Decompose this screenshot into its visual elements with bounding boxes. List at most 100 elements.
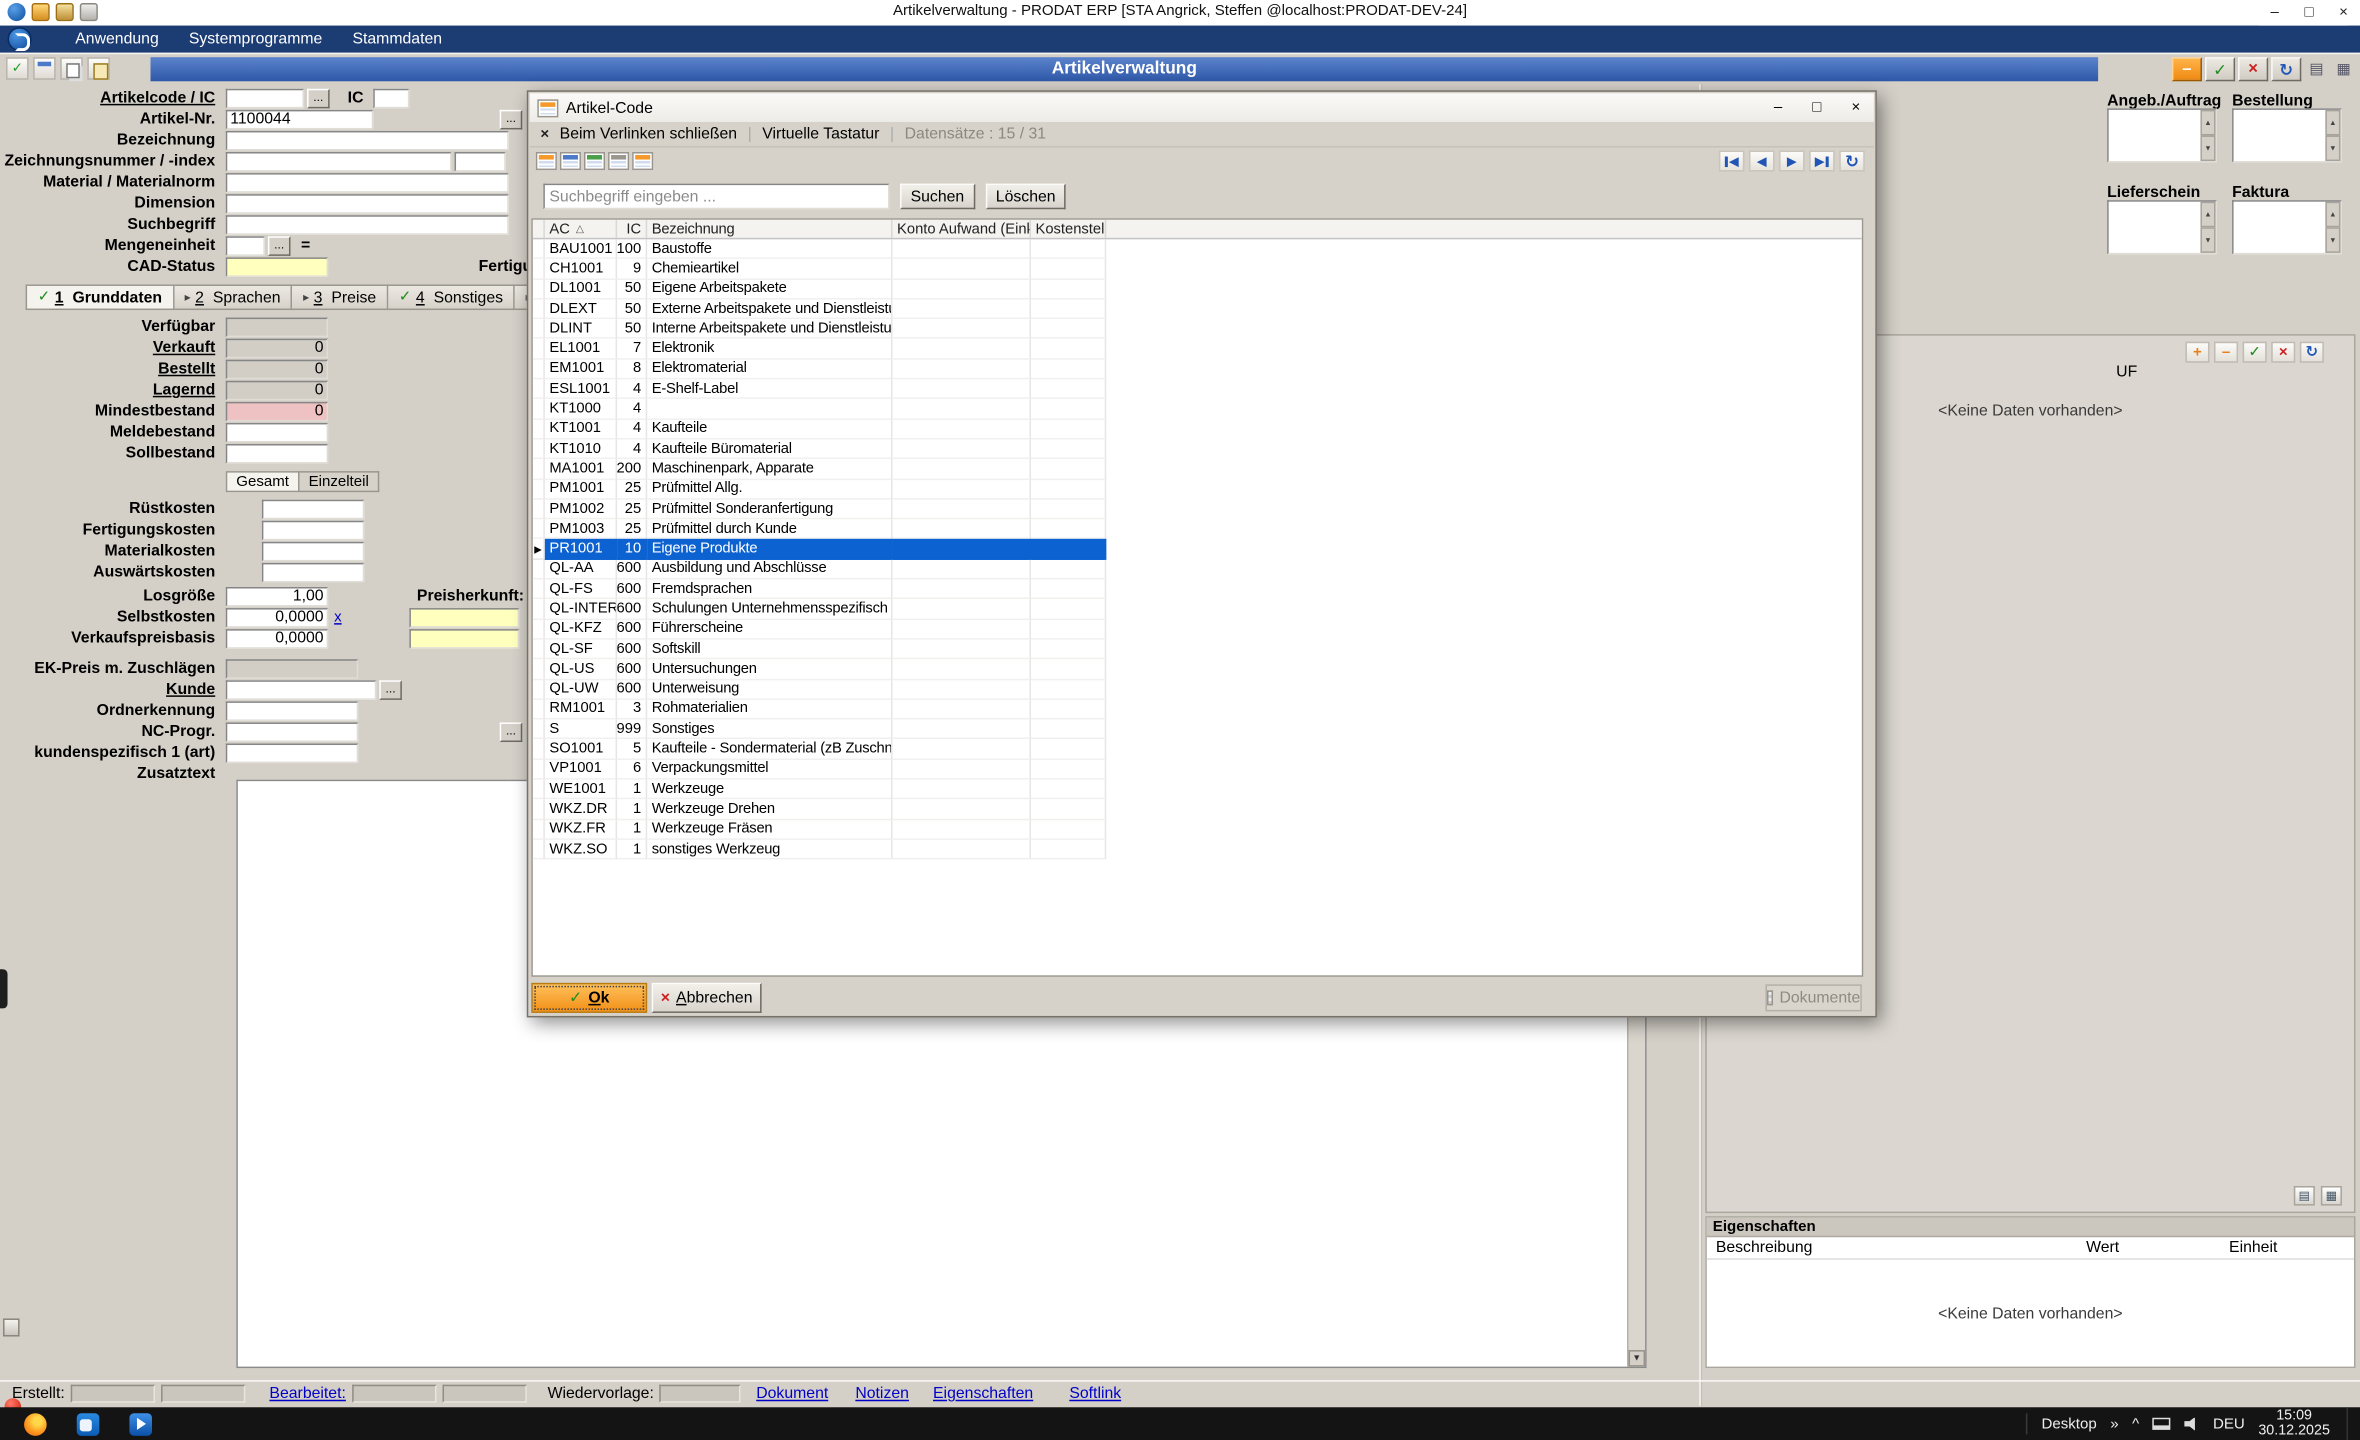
spin-up-icon[interactable]: ▲ — [2200, 202, 2215, 228]
remove-button[interactable]: – — [2172, 57, 2202, 81]
spin-down-icon[interactable]: ▼ — [2200, 135, 2215, 161]
menu-anwendung[interactable]: Anwendung — [60, 26, 174, 53]
add-button[interactable]: + — [2185, 342, 2209, 363]
desktop-toolbar[interactable]: Desktop — [2041, 1416, 2096, 1433]
table-row-QL-FS[interactable]: QL-FS600Fremdsprachen — [533, 580, 1862, 600]
table-view-icon[interactable] — [632, 152, 653, 170]
export-icon[interactable]: ▤ — [2294, 1186, 2315, 1206]
kundenspezifisch-input[interactable] — [226, 743, 358, 763]
nav-prev-button[interactable]: ◀ — [1749, 151, 1775, 172]
table-row-EL1001[interactable]: EL10017Elektronik — [533, 339, 1862, 359]
mengeneinheit-input[interactable] — [226, 236, 265, 256]
dokumente-button[interactable]: Dokumente — [1765, 984, 1861, 1011]
clock[interactable]: 15:09 30.12.2025 — [2258, 1409, 2330, 1439]
menu-stammdaten[interactable]: Stammdaten — [337, 26, 457, 53]
table-row-PR1001[interactable]: ▶PR100110Eigene Produkte — [533, 540, 1862, 560]
grid-view-icon[interactable]: ▦ — [2331, 58, 2355, 81]
table-row-PM1001[interactable]: PM100125Prüfmittel Allg. — [533, 479, 1862, 499]
auswaertskosten-input[interactable] — [262, 562, 364, 582]
pinned-icon-1[interactable] — [32, 3, 50, 21]
prodat-app-icon[interactable] — [129, 1413, 152, 1436]
table-row-KT1010[interactable]: KT10104Kaufteile Büromaterial — [533, 439, 1862, 459]
fertigungskosten-input[interactable] — [262, 520, 364, 540]
table-row-PM1003[interactable]: PM100325Prüfmittel durch Kunde — [533, 519, 1862, 539]
nav-first-button[interactable]: ◀ — [1719, 151, 1745, 172]
ic-input[interactable] — [373, 88, 409, 108]
dialog-close-icon[interactable]: × — [1852, 99, 1861, 116]
virtual-keyboard-option[interactable]: Virtuelle Tastatur — [762, 125, 879, 143]
scroll-down-button[interactable]: ▼ — [1629, 1350, 1646, 1367]
print-icon[interactable]: ▦ — [2321, 1186, 2342, 1206]
table-row-QL-INTERN[interactable]: QL-INTERN600Schulungen Unternehmensspezi… — [533, 600, 1862, 620]
table-row-WKZ.SO[interactable]: WKZ.SO1sonstiges Werkzeug — [533, 840, 1862, 860]
table-row-DL1001[interactable]: DL100150Eigene Arbeitspakete — [533, 279, 1862, 299]
spin-down-icon[interactable]: ▼ — [2325, 135, 2340, 161]
nav-refresh-button[interactable]: ↻ — [1839, 151, 1865, 172]
reload-button[interactable]: ↻ — [2300, 342, 2324, 363]
nc-progr-lookup-button[interactable]: ... — [500, 722, 523, 742]
sollbestand-input[interactable] — [226, 443, 328, 463]
tab-einzelteil[interactable]: Einzelteil — [300, 471, 380, 492]
table-row-S[interactable]: S999Sonstiges — [533, 720, 1862, 740]
artikelcode-ic-label[interactable]: Artikelcode / IC — [0, 89, 226, 107]
table-row-WKZ.FR[interactable]: WKZ.FR1Werkzeuge Fräsen — [533, 820, 1862, 840]
zeichnungsnummer-input[interactable] — [226, 151, 452, 171]
table-row-VP1001[interactable]: VP10016Verpackungsmittel — [533, 760, 1862, 780]
ruestkosten-input[interactable] — [262, 499, 364, 519]
material-input[interactable] — [226, 172, 509, 192]
dokument-link[interactable]: Dokument — [756, 1385, 828, 1403]
copy-icon[interactable] — [60, 57, 83, 80]
pinned-icon-2[interactable] — [56, 3, 74, 21]
cad-status-input[interactable] — [226, 257, 328, 277]
document-view-icon[interactable]: ▤ — [2304, 58, 2328, 81]
speaker-icon[interactable] — [2184, 1417, 2199, 1431]
table-row-RM1001[interactable]: RM10013Rohmaterialien — [533, 700, 1862, 720]
angeb-auftrag-box[interactable]: ▲▼ — [2107, 108, 2217, 162]
faktura-box[interactable]: ▲▼ — [2232, 200, 2342, 254]
table-row-QL-UW[interactable]: QL-UW600Unterweisung — [533, 680, 1862, 700]
loeschen-button[interactable]: Löschen — [985, 184, 1066, 210]
window-form-icon[interactable] — [33, 57, 56, 80]
refresh-button[interactable]: ↻ — [2271, 57, 2301, 81]
show-desktop-button[interactable] — [2346, 1407, 2351, 1440]
spin-up-icon[interactable]: ▲ — [2200, 110, 2215, 136]
table-row-SO1001[interactable]: SO10015Kaufteile - Sondermaterial (zB Zu… — [533, 740, 1862, 760]
menu-systemprogramme[interactable]: Systemprogramme — [174, 26, 338, 53]
table-row-DLEXT[interactable]: DLEXT50Externe Arbeitspakete und Dienstl… — [533, 299, 1862, 319]
kunde-lookup-button[interactable]: ... — [379, 680, 402, 700]
spin-down-icon[interactable]: ▼ — [2200, 227, 2215, 253]
network-icon[interactable] — [2153, 1418, 2171, 1430]
dimension-input[interactable] — [226, 193, 509, 213]
col-wert[interactable]: Wert — [2086, 1239, 2119, 1257]
table-filter-icon[interactable] — [608, 152, 629, 170]
hidden-icons-chevron[interactable]: ^ — [2132, 1416, 2139, 1433]
search-input[interactable] — [543, 184, 889, 210]
spin-up-icon[interactable]: ▲ — [2325, 202, 2340, 228]
bestellung-box[interactable]: ▲▼ — [2232, 108, 2342, 162]
dock-handle[interactable] — [0, 969, 8, 1008]
col-bezeichnung[interactable]: Bezeichnung — [647, 220, 892, 238]
abbrechen-button[interactable]: × Abbrechen — [652, 982, 762, 1012]
minimize-icon[interactable]: – — [2271, 5, 2279, 22]
ordnerkennung-input[interactable] — [226, 701, 358, 721]
losgroesse-input[interactable] — [226, 586, 328, 606]
lagernd-label[interactable]: Lagernd — [0, 381, 226, 399]
verkaufspreisbasis-input[interactable] — [226, 628, 328, 648]
table-edit-icon[interactable] — [584, 152, 605, 170]
eigenschaften-link[interactable]: Eigenschaften — [933, 1385, 1033, 1403]
materialkosten-input[interactable] — [262, 541, 364, 561]
artikelcode-input[interactable] — [226, 88, 304, 108]
table-row-QL-SF[interactable]: QL-SF600Softskill — [533, 640, 1862, 660]
table-row-EM1001[interactable]: EM10018Elektromaterial — [533, 359, 1862, 379]
table-row-KT1000[interactable]: KT10004 — [533, 399, 1862, 419]
verkauft-label[interactable]: Verkauft — [0, 339, 226, 357]
table-row-BAU1001[interactable]: BAU1001100Baustoffe — [533, 239, 1862, 259]
artikelcode-lookup-button[interactable]: ... — [307, 88, 330, 108]
table-row-ESL1001[interactable]: ESL10014E-Shelf-Label — [533, 379, 1862, 399]
pinned-icon-3[interactable] — [80, 3, 98, 21]
table-row-QL-US[interactable]: QL-US600Untersuchungen — [533, 660, 1862, 680]
zeichnungsindex-input[interactable] — [455, 151, 506, 171]
artikel-nr-lookup-button[interactable]: ... — [500, 109, 523, 129]
remove-button[interactable]: – — [2214, 342, 2238, 363]
table-row-MA1001[interactable]: MA1001200Maschinenpark, Apparate — [533, 459, 1862, 479]
